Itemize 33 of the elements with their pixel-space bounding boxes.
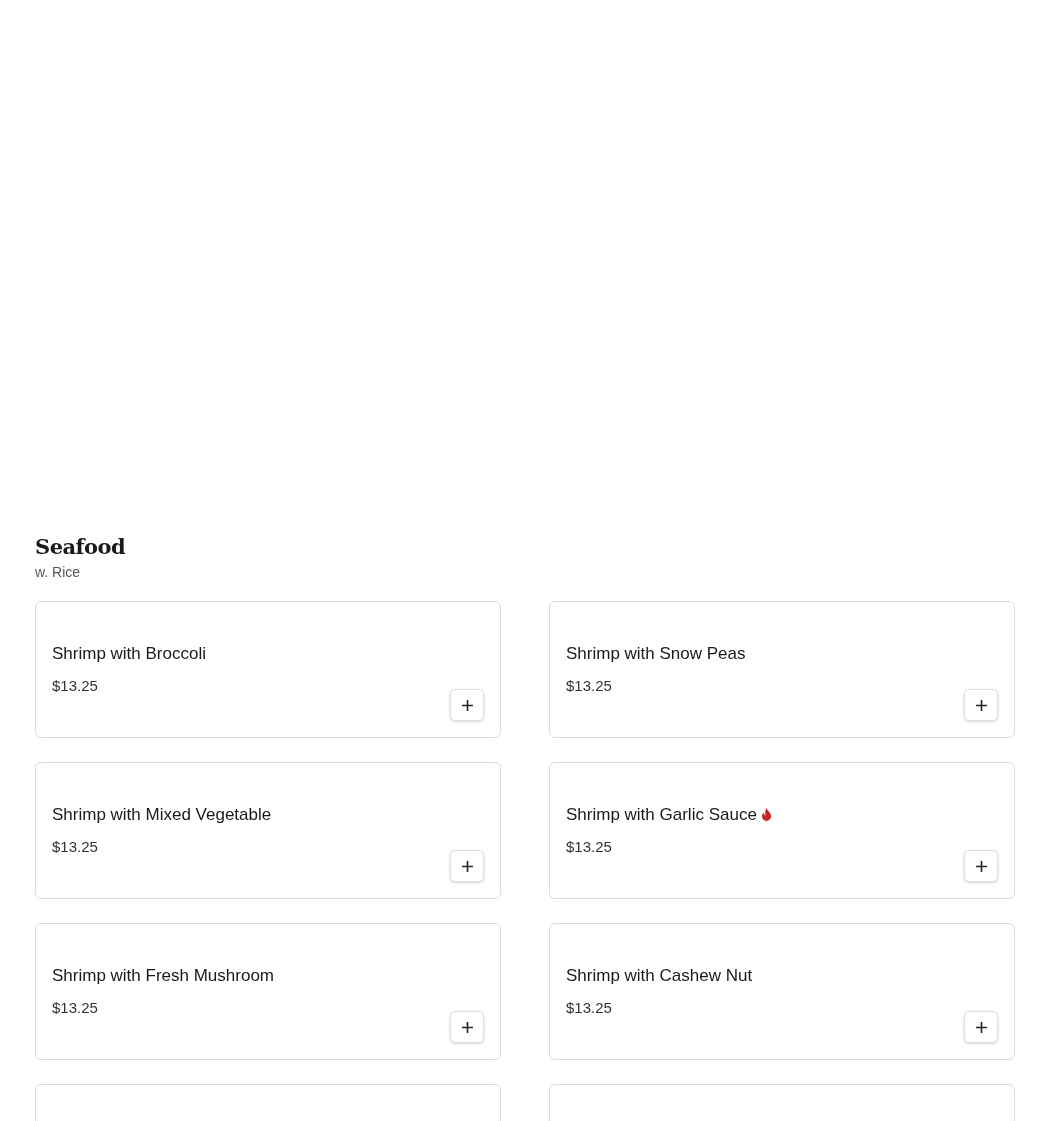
item-name: Shrimp with Cashew Nut <box>566 965 753 987</box>
item-name: Shrimp with Snow Peas <box>566 643 746 665</box>
item-price: $13.25 <box>566 676 612 696</box>
item-price: $13.25 <box>52 676 98 696</box>
item-price: $13.25 <box>566 998 612 1018</box>
item-name: Shrimp with Fresh Mushroom <box>52 965 274 987</box>
plus-icon <box>461 860 473 872</box>
add-button[interactable] <box>450 1011 484 1043</box>
add-button[interactable] <box>964 1011 998 1043</box>
add-button[interactable] <box>964 850 998 882</box>
add-button[interactable] <box>964 689 998 721</box>
flame-icon <box>760 808 772 821</box>
menu-item-card[interactable]: Shrimp with Mixed Vegetable $13.25 <box>35 762 501 899</box>
plus-icon <box>975 1021 987 1033</box>
section-title: Seafood <box>35 533 126 561</box>
plus-icon <box>461 1021 473 1033</box>
menu-item-card[interactable]: Shrimp with Broccoli $13.25 <box>35 601 501 738</box>
add-button[interactable] <box>450 850 484 882</box>
add-button[interactable] <box>450 689 484 721</box>
item-price: $13.25 <box>566 837 612 857</box>
item-name: Shrimp with Broccoli <box>52 643 206 665</box>
plus-icon <box>461 699 473 711</box>
item-name: Shrimp with Garlic Sauce <box>566 803 772 827</box>
item-name: Shrimp with Mixed Vegetable <box>52 804 272 826</box>
menu-item-card[interactable]: Shrimp with Garlic Sauce $13.25 <box>549 762 1015 899</box>
item-price: $13.25 <box>52 837 98 857</box>
item-price: $13.25 <box>52 998 98 1018</box>
plus-icon <box>975 699 987 711</box>
menu-item-card[interactable]: Shrimp with Cashew Nut $13.25 <box>549 923 1015 1060</box>
section-subtitle: w. Rice <box>35 563 81 582</box>
menu-item-card[interactable]: Shrimp with Fresh Mushroom $13.25 <box>35 923 501 1060</box>
menu-item-card[interactable]: Shrimp with Snow Peas $13.25 <box>549 601 1015 738</box>
plus-icon <box>975 860 987 872</box>
